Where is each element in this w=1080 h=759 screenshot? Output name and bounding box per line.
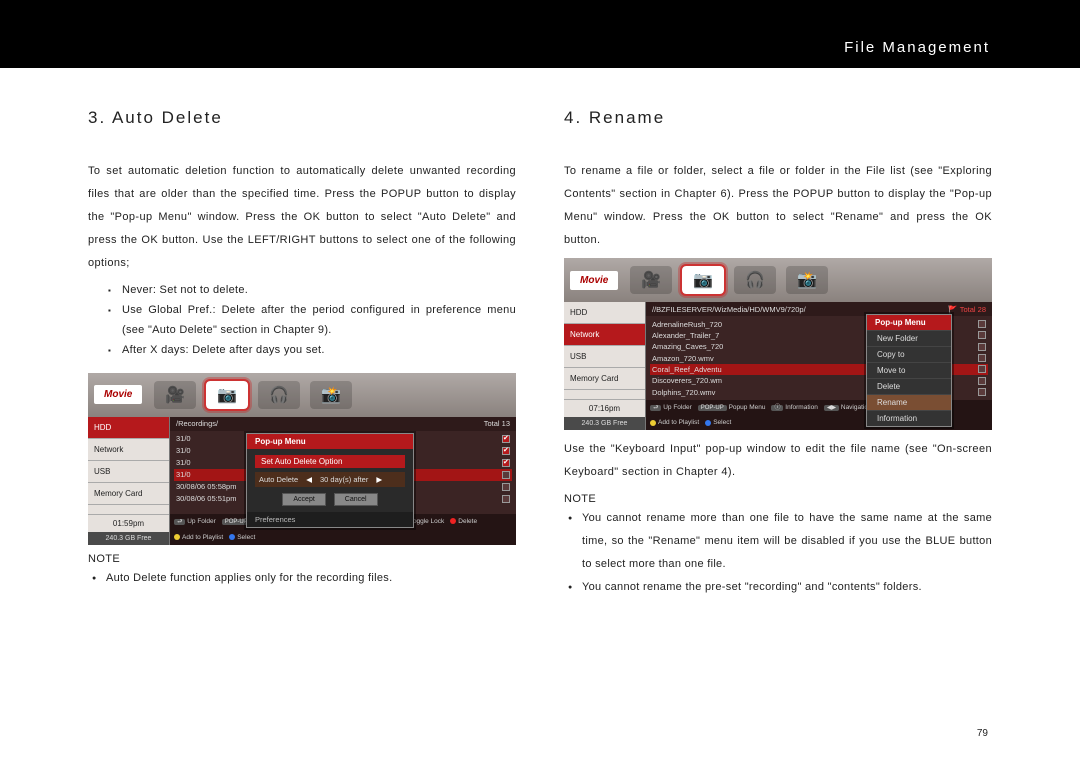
bullet-global: Use Global Pref.: Delete after the perio… (112, 301, 516, 341)
ui-category-bar: Movie 🎥 📷 🎧 📸 (88, 373, 516, 417)
ui-category-bar: Movie 🎥 📷 🎧 📸 (564, 258, 992, 302)
headphones-icon[interactable]: 🎧 (258, 381, 300, 409)
heading-auto-delete: 3. Auto Delete (88, 108, 516, 128)
checkbox-icon[interactable] (978, 388, 986, 396)
header-title: File Management (844, 39, 990, 56)
checkbox-icon[interactable] (502, 483, 510, 491)
column-auto-delete: 3. Auto Delete To set automatic deletion… (88, 108, 516, 599)
bullet-after-x: After X days: Delete after days you set. (112, 341, 516, 361)
list-item[interactable]: Amazing_Caves_720 (652, 342, 723, 351)
note-label: NOTE (564, 493, 992, 505)
total-count: Total 13 (484, 419, 510, 428)
auto-delete-option-row[interactable]: Auto Delete ◀ 30 day(s) after ▶ (255, 472, 405, 487)
clock: 07:16pm (564, 399, 645, 417)
camcorder-icon[interactable]: 🎥 (154, 381, 196, 409)
movie-label: Movie (570, 271, 618, 290)
checkbox-icon[interactable] (978, 320, 986, 328)
page-number: 79 (977, 728, 988, 739)
popup-title: Pop-up Menu (247, 434, 413, 449)
option-label: Auto Delete (259, 475, 298, 484)
cancel-button[interactable]: Cancel (334, 493, 378, 506)
sidebar-item-network[interactable]: Network (564, 324, 645, 346)
path-text: /Recordings/ (176, 419, 218, 428)
free-space: 240.3 GB Free (88, 532, 169, 545)
auto-delete-popup: Pop-up Menu Set Auto Delete Option Auto … (246, 433, 414, 528)
bullet-never: Never: Set not to delete. (112, 281, 516, 301)
rename-popup: Pop-up Menu New Folder Copy to Move to D… (866, 314, 952, 427)
photo-camera-icon[interactable]: 📸 (310, 381, 352, 409)
accept-button[interactable]: Accept (282, 493, 325, 506)
camcorder-icon[interactable]: 🎥 (630, 266, 672, 294)
checkbox-icon[interactable] (978, 343, 986, 351)
sidebar-item-memcard[interactable]: Memory Card (564, 368, 645, 390)
checkbox-icon[interactable] (502, 471, 510, 479)
clock: 01:59pm (88, 514, 169, 532)
menu-new-folder[interactable]: New Folder (867, 330, 951, 346)
checkbox-icon[interactable] (978, 354, 986, 362)
popup-title: Pop-up Menu (867, 315, 951, 330)
headphones-icon[interactable]: 🎧 (734, 266, 776, 294)
checkbox-icon[interactable] (502, 459, 510, 467)
menu-delete[interactable]: Delete (867, 378, 951, 394)
movie-label: Movie (94, 385, 142, 404)
photo-camera-icon[interactable]: 📸 (786, 266, 828, 294)
list-item[interactable]: Coral_Reef_Adventu (652, 365, 722, 374)
checkbox-icon[interactable] (502, 495, 510, 503)
para-rename-2: Use the "Keyboard Input" pop-up window t… (564, 438, 992, 484)
sidebar-item-hdd[interactable]: HDD (88, 417, 169, 439)
sidebar-item-memcard[interactable]: Memory Card (88, 483, 169, 505)
note-label: NOTE (88, 553, 516, 565)
column-rename: 4. Rename To rename a file or folder, se… (564, 108, 992, 599)
rename-notes: You cannot rename more than one file to … (564, 507, 992, 599)
total-count: Total 28 (960, 305, 986, 314)
sidebar-item-usb[interactable]: USB (88, 461, 169, 483)
ui-auto-delete-screenshot: Movie 🎥 📷 🎧 📸 HDD Network USB Memory Car… (88, 373, 516, 545)
popup-subtitle: Set Auto Delete Option (255, 455, 405, 468)
storage-sidebar: HDD Network USB Memory Card 01:59pm 240.… (88, 417, 170, 545)
list-item[interactable]: Alexander_Trailer_7 (652, 331, 719, 340)
checkbox-icon[interactable] (502, 447, 510, 455)
checkbox-icon[interactable] (978, 365, 986, 373)
ui-rename-screenshot: Movie 🎥 📷 🎧 📸 HDD Network USB Memory Car… (564, 258, 992, 430)
menu-information[interactable]: Information (867, 410, 951, 426)
list-item[interactable]: AdrenalineRush_720 (652, 320, 722, 329)
header-bar: File Management (0, 0, 1080, 68)
list-item[interactable]: 30/08/06 05:51pm (176, 494, 236, 503)
list-item[interactable]: 31/0 (176, 446, 191, 455)
list-item[interactable]: Amazon_720.wmv (652, 354, 714, 363)
note-item: Auto Delete function applies only for th… (92, 567, 516, 590)
checkbox-icon[interactable] (978, 331, 986, 339)
checkbox-icon[interactable] (502, 435, 510, 443)
menu-copy-to[interactable]: Copy to (867, 346, 951, 362)
camera-lens-icon[interactable]: 📷 (206, 381, 248, 409)
list-item[interactable]: 31/0 (176, 458, 191, 467)
menu-rename[interactable]: Rename (867, 394, 951, 410)
heading-rename: 4. Rename (564, 108, 992, 128)
sidebar-item-network[interactable]: Network (88, 439, 169, 461)
menu-move-to[interactable]: Move to (867, 362, 951, 378)
note-item: You cannot rename more than one file to … (568, 507, 992, 576)
list-item[interactable]: Discoverers_720.wm (652, 376, 722, 385)
checkbox-icon[interactable] (978, 377, 986, 385)
list-item[interactable]: 31/0 (176, 470, 191, 479)
auto-delete-notes: Auto Delete function applies only for th… (88, 567, 516, 590)
list-item[interactable]: Dolphins_720.wmv (652, 388, 715, 397)
auto-delete-options: Never: Set not to delete. Use Global Pre… (88, 281, 516, 360)
free-space: 240.3 GB Free (564, 417, 645, 430)
sidebar-item-usb[interactable]: USB (564, 346, 645, 368)
path-text: //BZFILESERVER/WizMedia/HD/WMV9/720p/ (652, 305, 806, 314)
camera-lens-icon[interactable]: 📷 (682, 266, 724, 294)
option-value: 30 day(s) after (320, 475, 368, 484)
list-item[interactable]: 31/0 (176, 434, 191, 443)
sidebar-item-hdd[interactable]: HDD (564, 302, 645, 324)
para-rename-1: To rename a file or folder, select a fil… (564, 160, 992, 252)
para-auto-delete: To set automatic deletion function to au… (88, 160, 516, 275)
storage-sidebar: HDD Network USB Memory Card 07:16pm 240.… (564, 302, 646, 430)
list-item[interactable]: 30/08/06 05:58pm (176, 482, 236, 491)
preferences-item[interactable]: Preferences (247, 512, 413, 527)
note-item: You cannot rename the pre-set "recording… (568, 576, 992, 599)
